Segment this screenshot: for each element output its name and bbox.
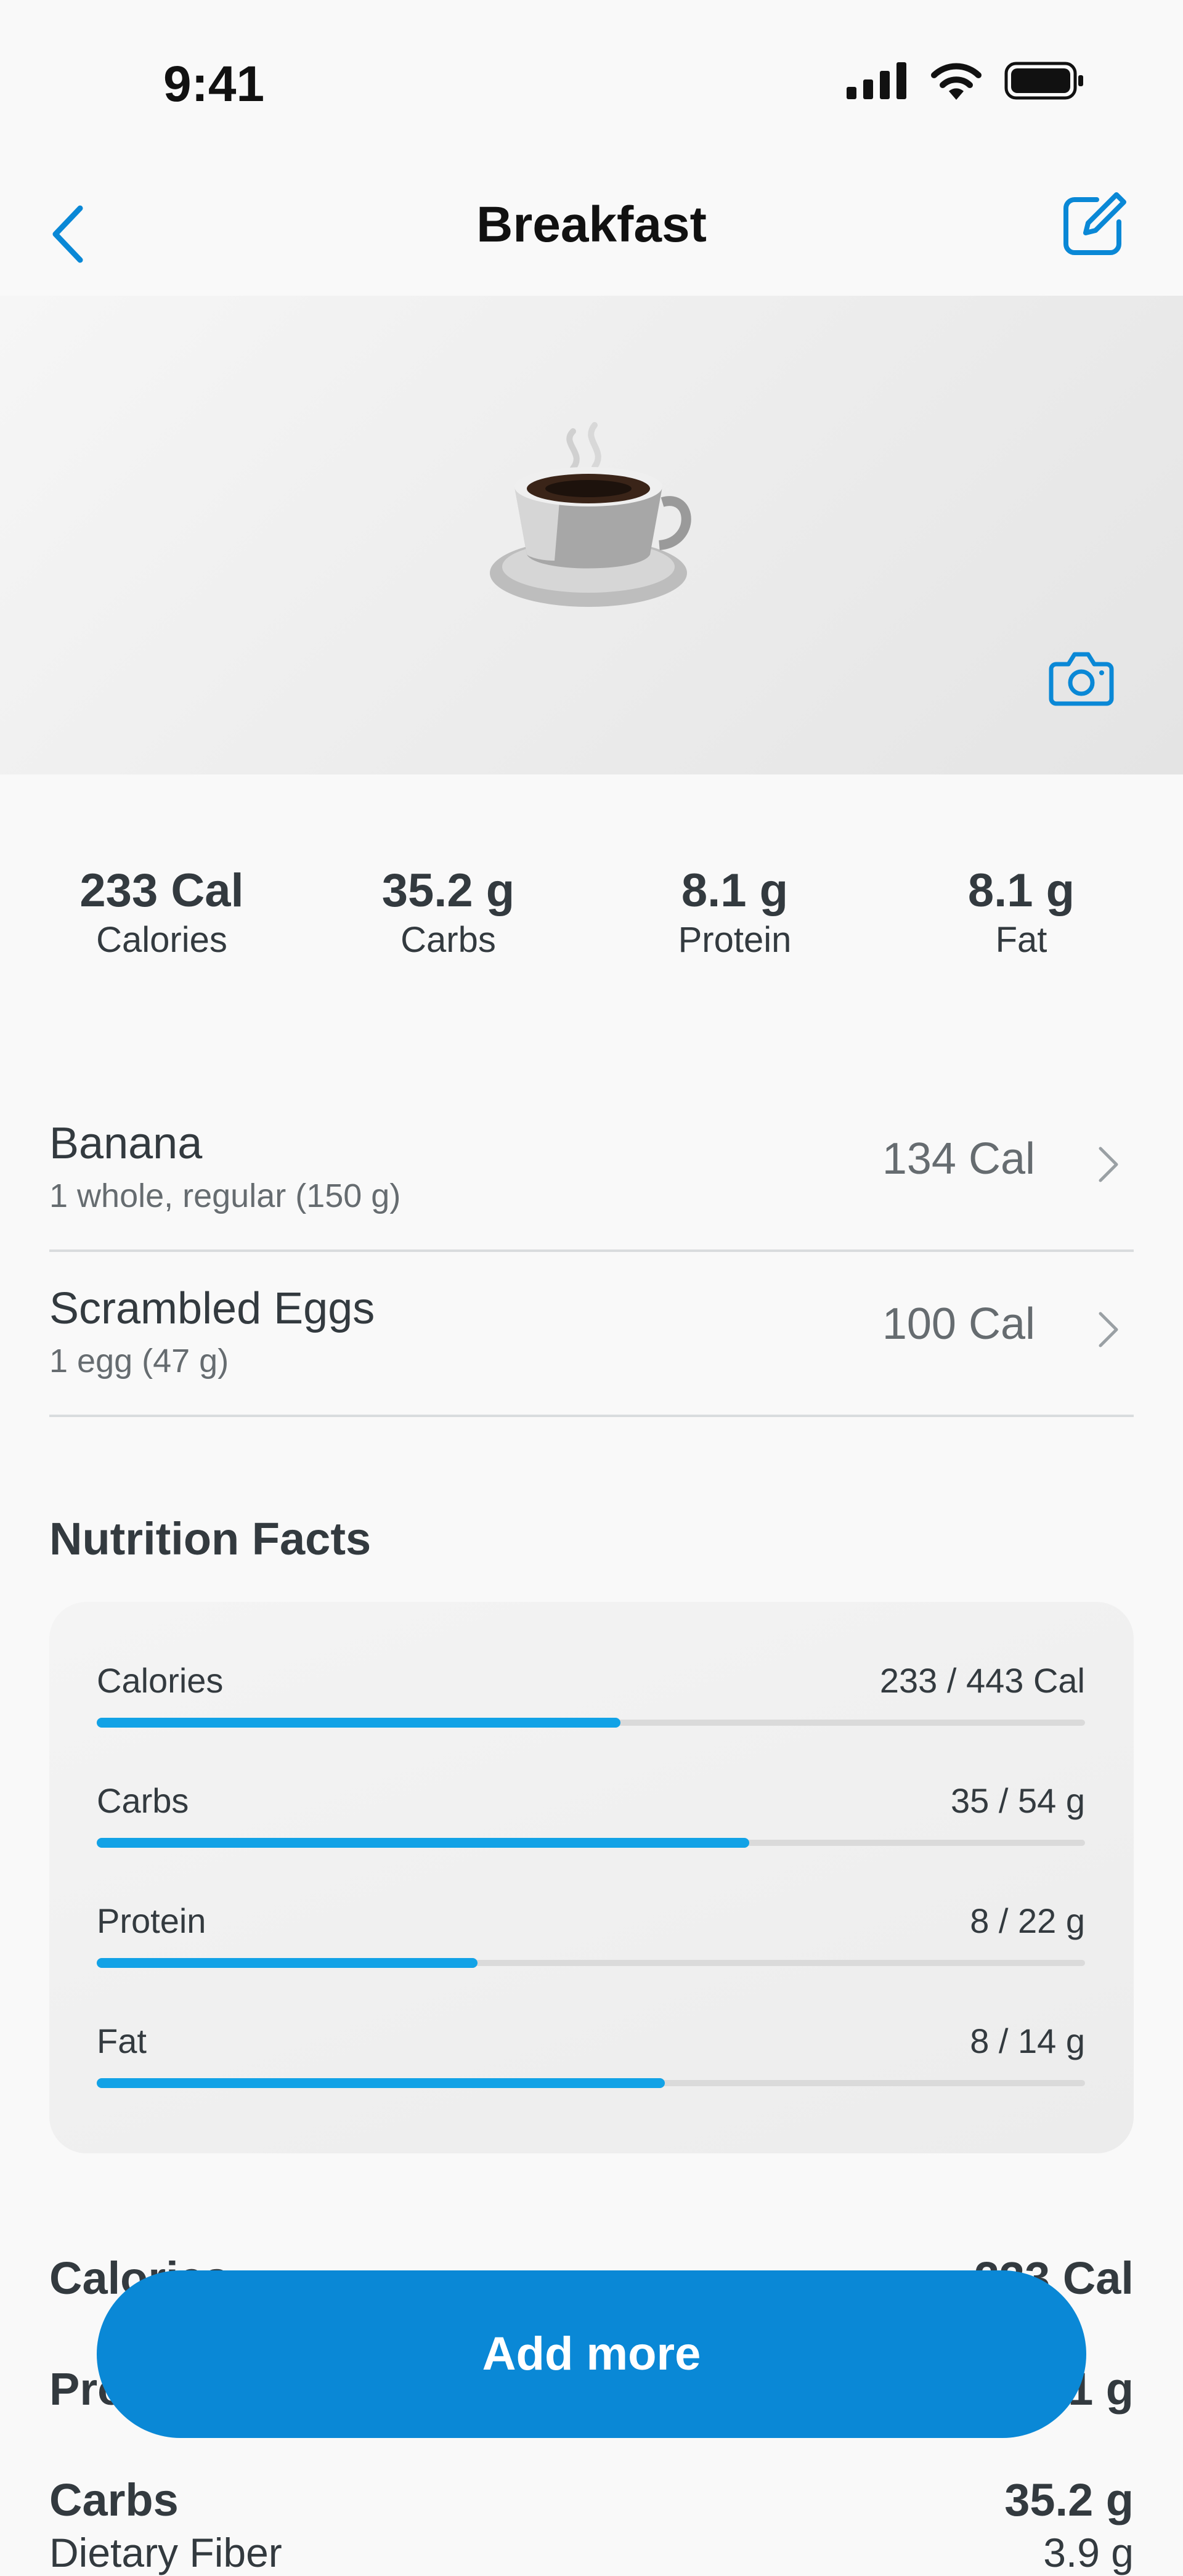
- food-calories: 100 Cal: [882, 1299, 1035, 1349]
- progress-label: Fat: [97, 2021, 147, 2060]
- progress-row-carbs: Carbs 35 / 54 g: [97, 1781, 1085, 1855]
- food-serving: 1 egg (47 g): [49, 1343, 229, 1379]
- status-icons: [847, 62, 1084, 100]
- detail-label: Dietary Fiber: [49, 2530, 282, 2575]
- food-name: Banana: [49, 1119, 203, 1168]
- macro-summary: 233 Cal Calories 35.2 g Carbs 8.1 g Prot…: [0, 863, 1183, 1004]
- progress-label: Protein: [97, 1901, 206, 1940]
- progress-track: [97, 1718, 1085, 1728]
- progress-row-fat: Fat 8 / 14 g: [97, 2021, 1085, 2095]
- detail-row-dietary-fiber: Dietary Fiber 3.9 g: [49, 2529, 1134, 2576]
- nutrition-facts-card: Calories 233 / 443 Cal Carbs 35 / 54 g P…: [49, 1602, 1134, 2153]
- coffee-cup-icon: [490, 422, 691, 607]
- summary-fat: 8.1 g Fat: [878, 863, 1165, 962]
- chevron-right-icon: [1099, 1147, 1118, 1182]
- progress-value: 8 / 22 g: [970, 1901, 1085, 1940]
- progress-value: 233 / 443 Cal: [879, 1661, 1085, 1700]
- progress-fill: [97, 2078, 665, 2088]
- edit-icon[interactable]: [1060, 191, 1128, 259]
- progress-fill: [97, 1718, 621, 1728]
- summary-label: Carbs: [400, 920, 496, 961]
- summary-label: Calories: [96, 920, 227, 961]
- summary-label: Protein: [678, 920, 792, 961]
- nutrition-facts-title: Nutrition Facts: [49, 1513, 372, 1564]
- summary-protein: 8.1 g Protein: [592, 863, 878, 962]
- summary-label: Fat: [995, 920, 1047, 961]
- status-bar: 9:41: [0, 0, 1183, 148]
- summary-value: 8.1 g: [967, 864, 1075, 917]
- food-serving: 1 whole, regular (150 g): [49, 1177, 401, 1214]
- progress-track: [97, 1958, 1085, 1968]
- summary-value: 35.2 g: [381, 864, 515, 917]
- progress-fill: [97, 1838, 749, 1848]
- progress-fill: [97, 1958, 478, 1968]
- detail-row-carbs: Carbs 35.2 g: [49, 2474, 1134, 2526]
- summary-calories: 233 Cal Calories: [18, 863, 305, 962]
- summary-value: 233 Cal: [79, 864, 244, 917]
- progress-row-calories: Calories 233 / 443 Cal: [97, 1660, 1085, 1734]
- food-item-scrambled-eggs[interactable]: Scrambled Eggs 1 egg (47 g) 100 Cal: [49, 1249, 1134, 1417]
- detail-value: 35.2 g: [1004, 2474, 1134, 2525]
- food-calories: 134 Cal: [882, 1134, 1035, 1184]
- add-more-button[interactable]: Add more: [97, 2270, 1086, 2438]
- battery-icon: [1004, 62, 1083, 100]
- summary-carbs: 35.2 g Carbs: [305, 863, 592, 962]
- detail-label: Carbs: [49, 2474, 179, 2525]
- progress-row-protein: Protein 8 / 22 g: [97, 1901, 1085, 1975]
- signal-icon: [847, 62, 906, 99]
- summary-value: 8.1 g: [681, 864, 789, 917]
- page-title: Breakfast: [476, 197, 707, 253]
- progress-track: [97, 2078, 1085, 2088]
- progress-value: 35 / 54 g: [951, 1781, 1085, 1820]
- progress-label: Calories: [97, 1661, 224, 1700]
- meal-photo: [0, 296, 1183, 774]
- progress-value: 8 / 14 g: [970, 2021, 1085, 2060]
- food-item-banana[interactable]: Banana 1 whole, regular (150 g) 134 Cal: [49, 1084, 1134, 1252]
- detail-value: 3.9 g: [1043, 2530, 1134, 2575]
- food-name: Scrambled Eggs: [49, 1284, 375, 1333]
- progress-label: Carbs: [97, 1781, 189, 1820]
- camera-icon[interactable]: [1047, 647, 1115, 709]
- progress-track: [97, 1838, 1085, 1848]
- status-time: 9:41: [163, 56, 265, 112]
- chevron-right-icon: [1099, 1312, 1118, 1347]
- wifi-icon: [931, 63, 982, 100]
